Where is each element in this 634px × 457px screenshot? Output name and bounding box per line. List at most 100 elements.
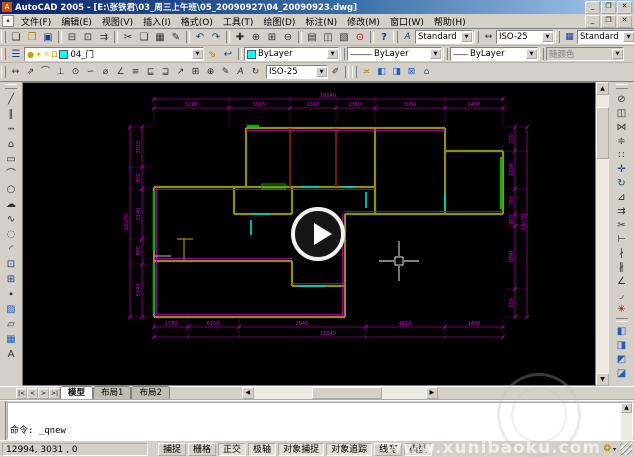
vertical-scroll-thumb[interactable] [596,107,609,159]
horizontal-scrollbar[interactable]: ◀ ▶ [242,387,438,399]
hatch-button[interactable]: ▨ [3,302,19,317]
spline-button[interactable]: ∿ [3,212,19,227]
menu-window[interactable]: 窗口(W) [385,14,429,29]
menu-tools[interactable]: 工具(T) [218,14,259,29]
break-button[interactable]: ∦ [614,260,630,274]
baseline-dimension-button[interactable]: ⊑ [143,65,158,79]
array-button[interactable]: ∷ [614,148,630,162]
jogged-dimension-button[interactable]: ∽ [83,65,98,79]
angular-dimension-button[interactable]: ∠ [113,65,128,79]
stretch-button[interactable]: ⇉ [614,204,630,218]
send-to-back-button[interactable]: ◨ [614,338,630,352]
explode-button[interactable]: ✳ [614,302,630,316]
chevron-down-icon[interactable]: ▼ [623,32,634,42]
tab-nav-last[interactable]: >| [49,388,60,399]
menu-dimension[interactable]: 标注(N) [300,14,342,29]
arc-length-dimension-button[interactable]: ⌒ [38,65,53,79]
mirror-button[interactable]: ⋈ [614,120,630,134]
cut-button[interactable]: ✂ [120,30,136,44]
layer-lock-icon[interactable]: Ω [51,50,57,59]
restore-button[interactable]: ❐ [601,1,616,14]
toolbar-grip[interactable] [474,31,479,43]
vertical-scrollbar[interactable]: ▲ ▼ [596,82,609,386]
tab-nav-next[interactable]: > [38,388,49,399]
make-block-button[interactable]: ⊞ [3,272,19,287]
plot-button[interactable]: ⊟ [64,30,80,44]
continue-dimension-button[interactable]: ⊒ [158,65,173,79]
aligned-dimension-button[interactable]: ⇗ [23,65,38,79]
paste-button[interactable]: ▦ [152,30,168,44]
make-object-layer-current-button[interactable]: ⇘ [204,47,220,61]
multiline-text-button[interactable]: A [3,347,19,362]
new-file-button[interactable]: ❏ [8,30,24,44]
layer-vp-freeze-icon[interactable]: ☼ [43,50,50,59]
mdi-minimize-button[interactable]: _ [585,15,600,28]
minimize-button[interactable]: _ [585,1,600,14]
toolbar-grip[interactable] [340,48,345,60]
quick-dimension-button[interactable]: ≡ [128,65,143,79]
menu-help[interactable]: 帮助(H) [429,14,471,29]
menu-modify[interactable]: 修改(M) [342,14,385,29]
horizontal-scroll-track[interactable] [254,387,426,399]
scroll-left-arrow[interactable]: ◀ [242,387,254,399]
coordinate-display[interactable]: 12994, 3031 , 0 [2,443,148,456]
rectangle-button[interactable]: ▭ [3,152,19,167]
layer-previous-button[interactable]: ↩ [220,47,236,61]
point-button[interactable]: ∙ [3,287,19,302]
lineweight-toggle[interactable]: 线宽 [374,443,402,456]
table-style-select[interactable]: Standard ▼ [577,30,634,44]
rotate-button[interactable]: ↻ [614,176,630,190]
ordinate-dimension-button[interactable]: ⊥ [53,65,68,79]
chevron-down-icon[interactable]: ▼ [316,67,327,77]
revision-cloud-button[interactable]: ☁ [3,197,19,212]
toolbar-grip[interactable] [1,48,6,60]
markup-set-manager-button[interactable]: ⊙ [352,30,368,44]
chevron-down-icon[interactable]: ▼ [327,49,338,59]
linear-dimension-button[interactable]: ↔ [8,65,23,79]
dimension-edit-button[interactable]: ✎ [218,65,233,79]
menu-format[interactable]: 格式(O) [176,14,218,29]
ellipse-button[interactable]: ◌ [3,227,19,242]
pan-button[interactable]: ✚ [232,30,248,44]
toolbar-grip[interactable] [555,31,560,43]
chevron-down-icon[interactable]: ▼ [526,49,537,59]
layer-tool-2-button[interactable]: ◨ [389,65,404,79]
linetype-tool-button[interactable]: ≍ [359,65,374,79]
command-window-grip[interactable] [0,401,6,440]
resize-grip[interactable] [620,443,632,455]
properties-button[interactable]: ▤ [304,30,320,44]
toolbar-grip[interactable] [352,66,357,78]
layer-on-icon[interactable]: ● [27,50,34,59]
save-button[interactable]: ▣ [40,30,56,44]
tab-nav-first[interactable]: |< [16,388,27,399]
grid-toggle[interactable]: 栅格 [188,443,216,456]
quick-leader-button[interactable]: ↗ [173,65,188,79]
toolbar-grip[interactable] [5,84,17,89]
extend-button[interactable]: ⊢ [614,232,630,246]
radius-dimension-button[interactable]: ⊙ [68,65,83,79]
help-button[interactable]: ? [376,30,392,44]
snap-toggle[interactable]: 捕捉 [158,443,186,456]
publish-button[interactable]: ⇉ [96,30,112,44]
polyline-button[interactable]: ┉ [3,122,19,137]
polygon-button[interactable]: ⌂ [3,137,19,152]
tolerance-button[interactable]: ⊞ [188,65,203,79]
chevron-down-icon[interactable]: ▼ [461,32,472,42]
line-button[interactable]: ╱ [3,92,19,107]
layer-tool-3-button[interactable]: ⊠ [404,65,419,79]
bring-above-objects-button[interactable]: ◩ [614,352,630,366]
chamfer-button[interactable]: ∠ [614,274,630,288]
drawing-icon[interactable]: ▴ [2,15,14,27]
status-menu-caret[interactable]: ▾ [613,446,616,453]
fillet-button[interactable]: ◞ [614,288,630,302]
break-at-point-button[interactable]: ∤ [614,246,630,260]
osnap-toggle[interactable]: 对象捕捉 [278,443,324,456]
toolbar-grip[interactable] [393,31,398,43]
toolbar-grip[interactable] [1,66,6,78]
scroll-up-arrow[interactable]: ▲ [621,403,632,413]
menu-view[interactable]: 视图(V) [97,14,138,29]
tab-layout2[interactable]: 布局2 [131,386,169,399]
zoom-previous-button[interactable]: ⊖ [280,30,296,44]
insert-block-button[interactable]: ⊡ [3,257,19,272]
diameter-dimension-button[interactable]: ⌀ [98,65,113,79]
